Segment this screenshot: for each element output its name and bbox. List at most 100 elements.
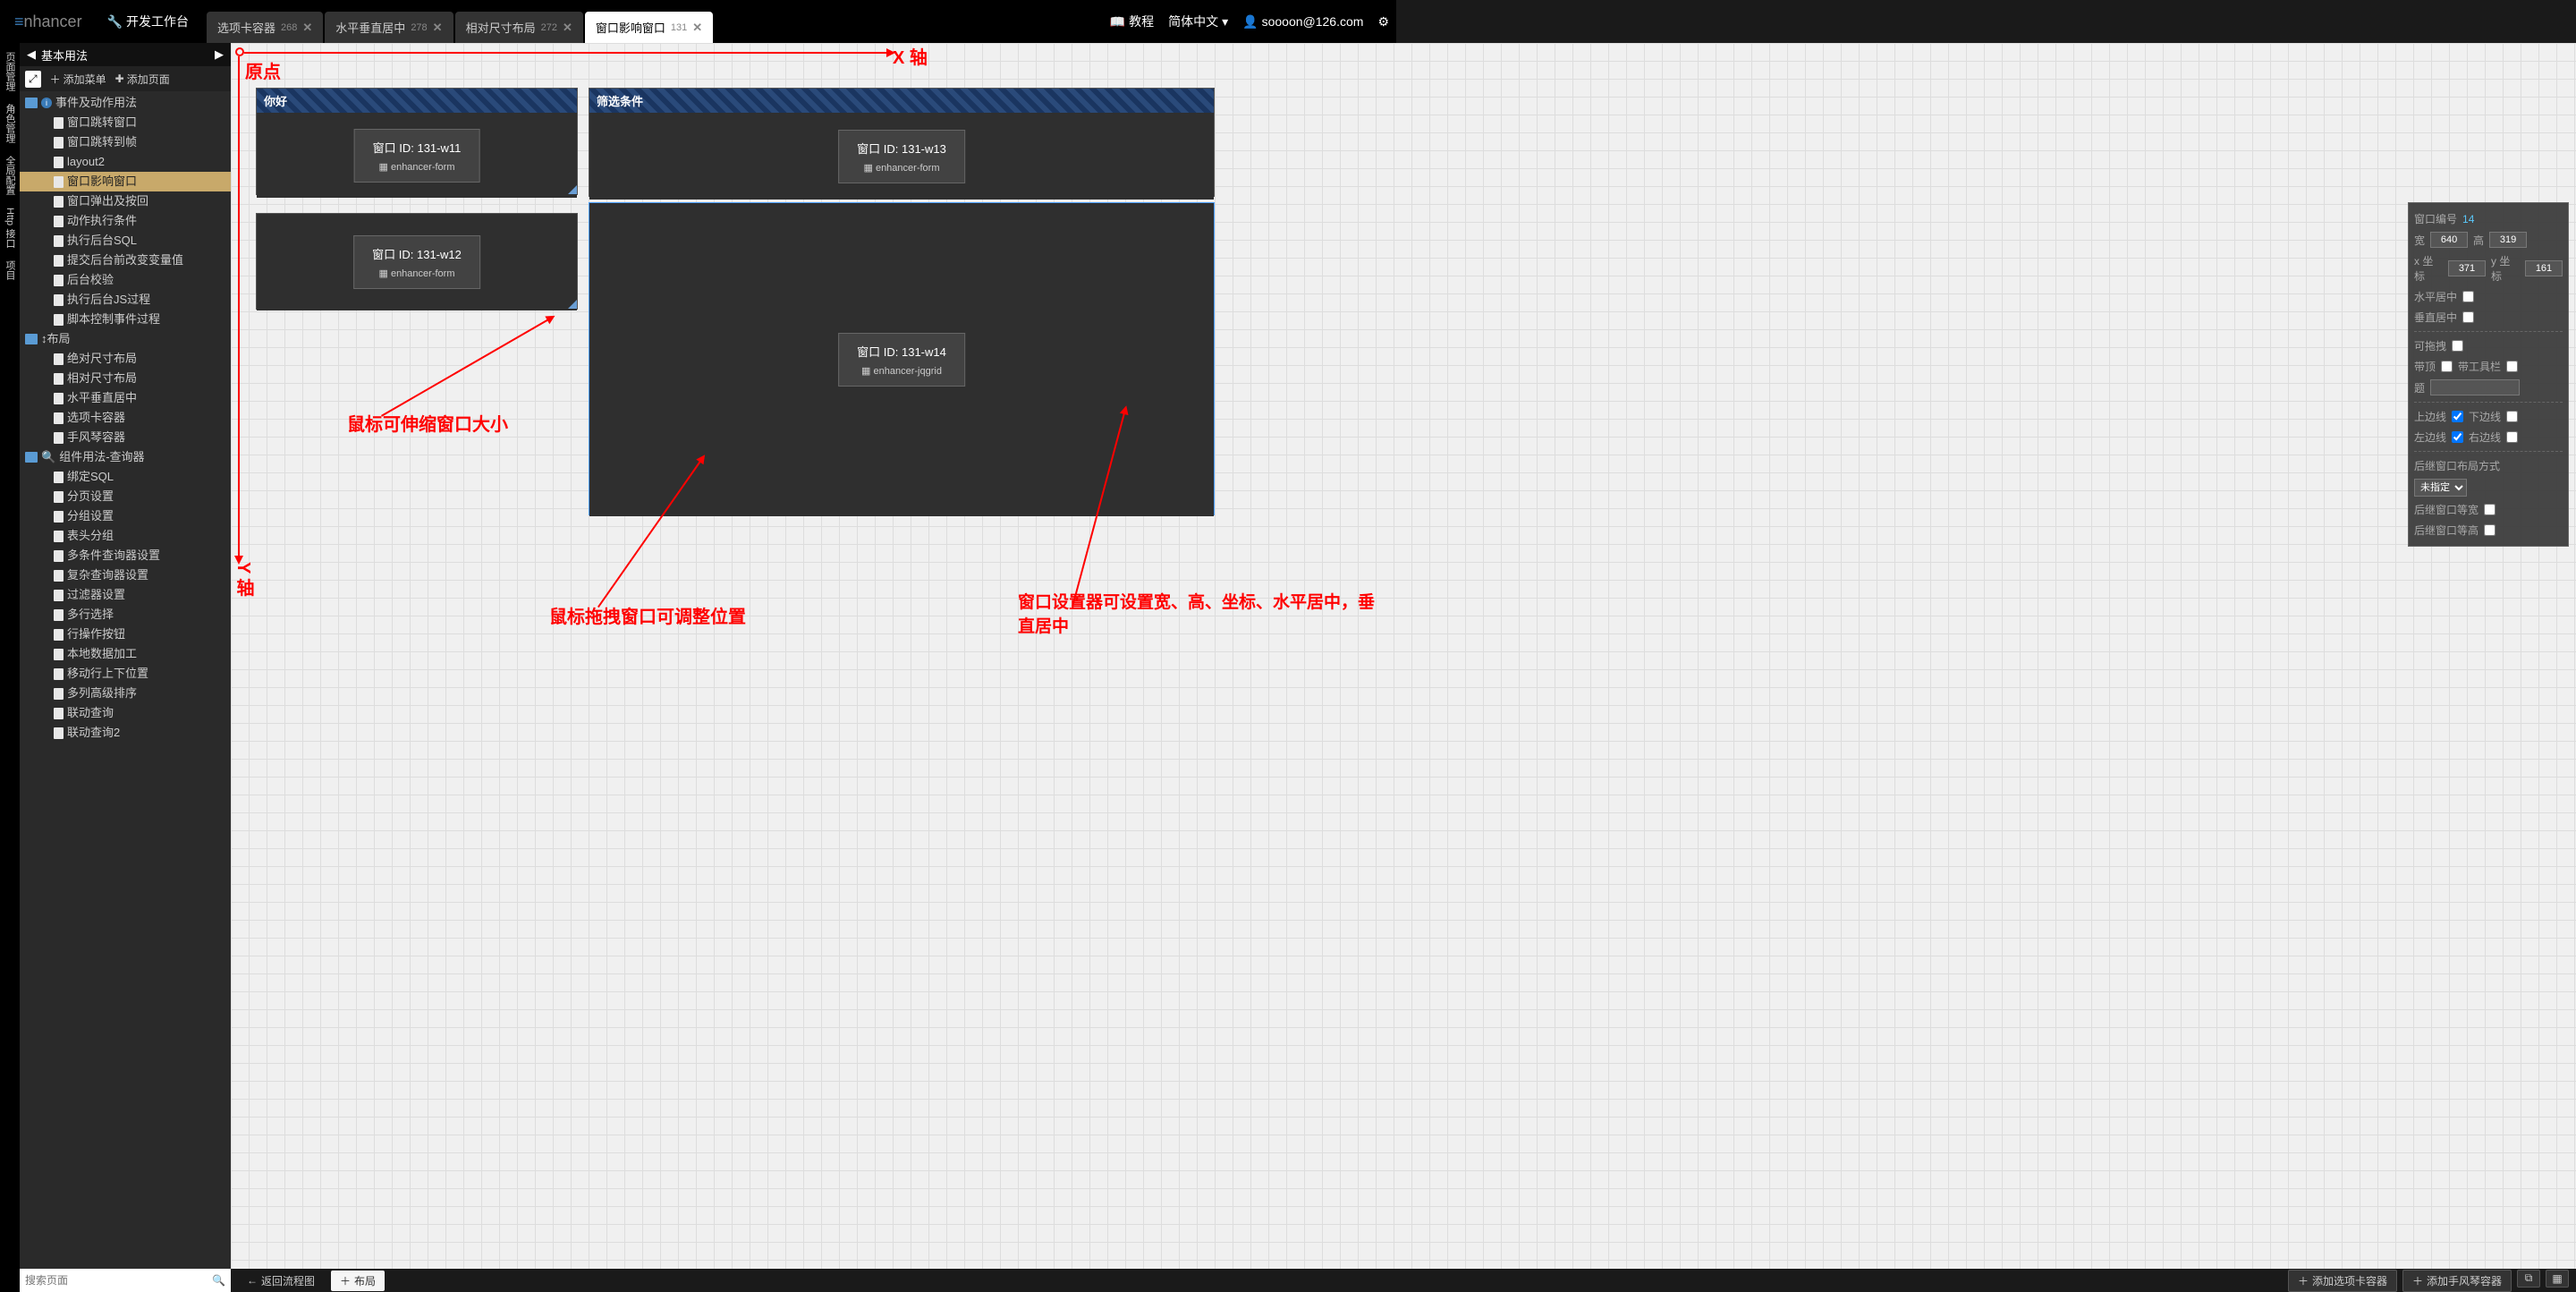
y-input[interactable] [2525,260,2563,276]
tree-item[interactable]: 手风琴容器 [20,428,231,447]
tree-item[interactable]: 窗口跳转窗口 [20,113,231,132]
tree-item[interactable]: 分页设置 [20,487,231,506]
close-icon[interactable]: ✕ [692,21,702,35]
tree-item[interactable]: 窗口跳转到帧 [20,132,231,152]
toolbar-checkbox[interactable] [2506,361,2518,372]
back-icon[interactable]: ◀ [27,47,36,62]
user-menu[interactable]: 👤 soooon@126.com [1242,14,1363,30]
close-icon[interactable]: ✕ [302,21,312,35]
border-bottom-checkbox[interactable] [2506,411,2518,422]
width-input[interactable] [2430,232,2468,248]
collapse-icon[interactable]: ▶ [215,47,224,62]
canvas[interactable]: 原点 X 轴 Y 轴 你好 窗口 ID: 131-w11 ▦ enhancer-… [231,43,2576,1269]
workspace-button[interactable]: 🔧 开发工作台 [97,13,199,30]
succ-layout-select[interactable]: 未指定 [2414,479,2467,497]
y-axis-label: Y 轴 [231,562,257,597]
tree-item[interactable]: 绑定SQL [20,467,231,487]
add-page-button[interactable]: ✚添加页面 [115,72,170,87]
add-accordion-button[interactable]: ＋添加手风琴容器 [2402,1270,2512,1292]
tree-item[interactable]: 后台校验 [20,270,231,290]
left-rail: 页面管理 角色管理 全局配置 Http 接口 项目 [0,43,20,1292]
tree-item[interactable]: 本地数据加工 [20,644,231,664]
tree-item[interactable]: 行操作按钮 [20,625,231,644]
hcenter-checkbox[interactable] [2462,291,2474,302]
tree-item[interactable]: 脚本控制事件过程 [20,310,231,329]
anno-props: 窗口设置器可设置宽、高、坐标、水平居中，垂直居中 [1018,589,1376,637]
succ-h-checkbox[interactable] [2484,524,2496,536]
tree-item[interactable]: 绝对尺寸布局 [20,349,231,369]
sidebar-toolbar: ⤢ ＋添加菜单 ✚添加页面 [20,66,231,91]
window-label: 窗口 ID: 131-w11 ▦ enhancer-form [354,129,480,183]
window-w14[interactable]: 窗口 ID: 131-w14 ▦ enhancer-jqgrid [589,202,1215,515]
back-flow-button[interactable]: ← 返回流程图 [238,1271,324,1291]
tree-item[interactable]: 联动查询 [20,703,231,723]
expand-icon[interactable]: ⤢ [25,71,41,88]
sidebar: ◀ 基本用法 ▶ ⤢ ＋添加菜单 ✚添加页面 i事件及动作用法 窗口跳转窗口 窗… [20,43,231,1269]
top-checkbox[interactable] [2441,361,2453,372]
succ-w-checkbox[interactable] [2484,504,2496,515]
resize-handle[interactable] [568,300,577,309]
add-menu-button[interactable]: ＋添加菜单 [50,72,106,87]
tab-2[interactable]: 相对尺寸布局 272 ✕ [455,12,583,43]
close-icon[interactable]: ✕ [563,21,572,35]
tab-3[interactable]: 窗口影响窗口 131 ✕ [585,12,713,43]
window-w13[interactable]: 筛选条件 窗口 ID: 131-w13 ▦ enhancer-form [589,88,1215,197]
tree-item[interactable]: 复杂查询器设置 [20,565,231,585]
tree-item[interactable]: 多行选择 [20,605,231,625]
tree-folder[interactable]: i事件及动作用法 [20,93,231,113]
tree-item[interactable]: 窗口弹出及按回 [20,191,231,211]
window-w11[interactable]: 你好 窗口 ID: 131-w11 ▦ enhancer-form [256,88,578,195]
window-w12[interactable]: 窗口 ID: 131-w12 ▦ enhancer-form [256,213,578,310]
tree-item[interactable]: 提交后台前改变变量值 [20,251,231,270]
tree-item[interactable]: 移动行上下位置 [20,664,231,684]
add-tab-container-button[interactable]: ＋添加选项卡容器 [2288,1270,2397,1292]
tree-item[interactable]: 执行后台JS过程 [20,290,231,310]
tree-item[interactable]: 联动查询2 [20,723,231,743]
tutorial-link[interactable]: 📖 教程 [1110,13,1154,30]
search-icon[interactable]: 🔍 [212,1274,225,1287]
rail-config[interactable]: 全局配置 [1,150,19,200]
x-axis-arrow [244,52,888,54]
rail-http[interactable]: Http 接口 [1,202,19,253]
rail-roles[interactable]: 角色管理 [1,98,19,149]
x-axis-label: X 轴 [893,43,928,69]
close-icon[interactable]: ✕ [433,21,443,35]
title-input[interactable] [2430,379,2520,395]
height-input[interactable] [2489,232,2527,248]
tree-item[interactable]: 多条件查询器设置 [20,546,231,565]
rail-pages[interactable]: 页面管理 [1,47,19,97]
language-selector[interactable]: 简体中文 ▾ [1168,13,1228,30]
x-input[interactable] [2448,260,2486,276]
tree-item[interactable]: layout2 [20,152,231,172]
tree-item-active[interactable]: 窗口影响窗口 [20,172,231,191]
tree-item[interactable]: 水平垂直居中 [20,388,231,408]
origin-label: 原点 [245,57,281,83]
border-left-checkbox[interactable] [2452,431,2463,443]
window-label: 窗口 ID: 131-w14 ▦ enhancer-jqgrid [838,333,965,387]
grid-icon[interactable]: ▦ [2546,1270,2569,1288]
tree-item[interactable]: 相对尺寸布局 [20,369,231,388]
search-input[interactable] [25,1274,212,1287]
tree-item[interactable]: 执行后台SQL [20,231,231,251]
vcenter-checkbox[interactable] [2462,311,2474,323]
anno-drag: 鼠标拖拽窗口可调整位置 [549,602,746,628]
tree-item[interactable]: 选项卡容器 [20,408,231,428]
layout-button[interactable]: ＋ 布局 [331,1271,385,1291]
copy-icon[interactable]: ⧉ [2517,1270,2540,1288]
resize-handle[interactable] [568,185,577,194]
tree-item[interactable]: 多列高级排序 [20,684,231,703]
tree-item[interactable]: 动作执行条件 [20,211,231,231]
border-right-checkbox[interactable] [2506,431,2518,443]
tab-0[interactable]: 选项卡容器 268 ✕ [207,12,323,43]
tab-1[interactable]: 水平垂直居中 278 ✕ [325,12,453,43]
border-top-checkbox[interactable] [2452,411,2463,422]
tree-item[interactable]: 过滤器设置 [20,585,231,605]
tree-item[interactable]: 表头分组 [20,526,231,546]
page-tree: i事件及动作用法 窗口跳转窗口 窗口跳转到帧 layout2 窗口影响窗口 窗口… [20,91,231,1269]
tree-folder[interactable]: ↕布局 [20,329,231,349]
settings-icon[interactable]: ⚙ [1377,14,1389,30]
tree-folder[interactable]: 🔍组件用法-查询器 [20,447,231,467]
rail-project[interactable]: 项目 [1,255,19,285]
draggable-checkbox[interactable] [2452,340,2463,352]
tree-item[interactable]: 分组设置 [20,506,231,526]
